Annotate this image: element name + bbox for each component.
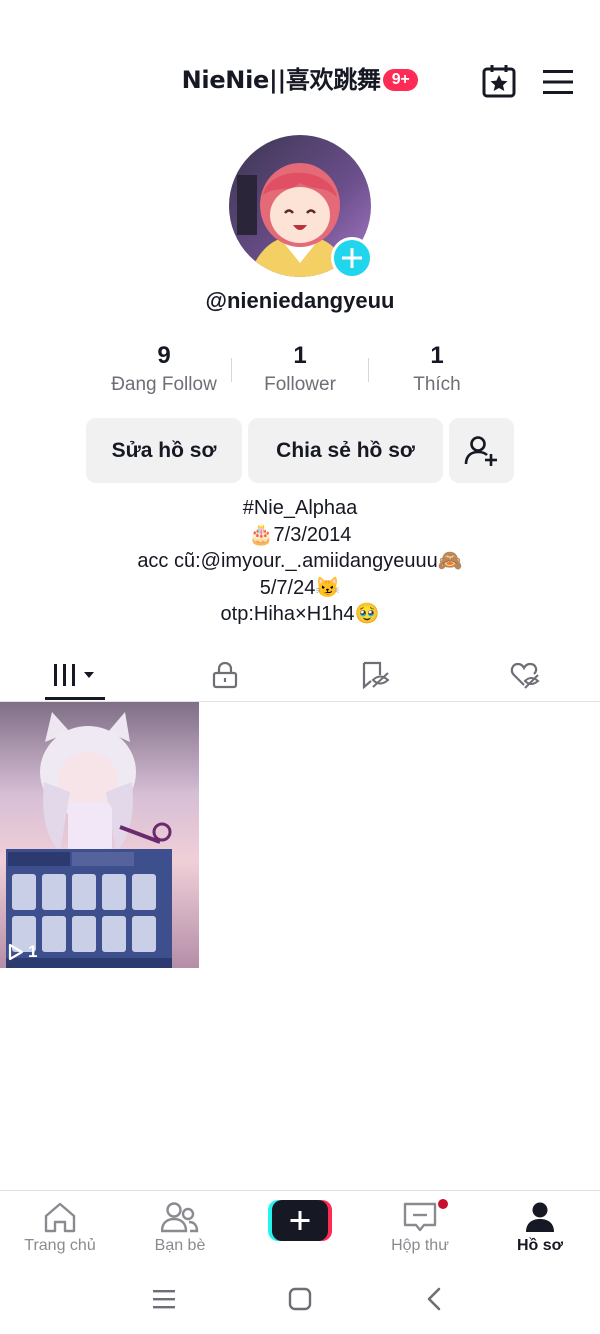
plus-icon bbox=[342, 248, 362, 268]
back-icon[interactable] bbox=[424, 1287, 444, 1311]
tab-reposts[interactable] bbox=[300, 650, 450, 700]
friends-icon bbox=[161, 1202, 199, 1233]
recent-apps-icon[interactable] bbox=[152, 1288, 176, 1310]
menu-icon[interactable] bbox=[543, 70, 573, 94]
profile-icon bbox=[526, 1202, 554, 1232]
tab-videos[interactable] bbox=[0, 650, 150, 700]
inbox-notification-dot bbox=[438, 1199, 448, 1209]
inbox-icon bbox=[403, 1202, 437, 1232]
nav-label: Hồ sơ bbox=[516, 1237, 564, 1254]
add-user-icon bbox=[464, 435, 497, 466]
nav-friends[interactable]: Bạn bè bbox=[120, 1201, 240, 1255]
bio: #Nie_Alphaa 🎂7/3/2014 acc cũ:@imyour._.a… bbox=[0, 495, 600, 628]
bio-line: 🎂7/3/2014 bbox=[248, 523, 352, 546]
lock-icon bbox=[212, 661, 238, 689]
following-label: Đang Follow bbox=[111, 374, 217, 395]
following-stat[interactable]: 9 Đang Follow bbox=[94, 340, 234, 396]
bio-line[interactable]: #Nie_Alphaa bbox=[0, 495, 600, 522]
nav-label: Bạn bè bbox=[154, 1237, 206, 1254]
nav-home[interactable]: Trang chủ bbox=[0, 1201, 120, 1255]
create-button[interactable] bbox=[268, 1200, 332, 1241]
calendar-star-icon[interactable] bbox=[482, 64, 516, 98]
share-profile-button[interactable]: Chia sẻ hồ sơ bbox=[248, 418, 443, 483]
follower-label: Follower bbox=[264, 374, 336, 395]
home-system-icon[interactable] bbox=[288, 1287, 312, 1311]
hidden-bookmark-icon bbox=[362, 661, 390, 689]
follower-stat[interactable]: 1 Follower bbox=[230, 340, 370, 396]
edit-profile-button[interactable]: Sửa hồ sơ bbox=[86, 418, 242, 483]
view-count: 1 bbox=[8, 942, 37, 962]
active-tab-indicator bbox=[45, 697, 105, 700]
username: @nieniedangyeuu bbox=[205, 288, 395, 313]
video-thumbnail[interactable]: 1 bbox=[0, 702, 199, 968]
home-icon bbox=[44, 1202, 76, 1233]
tab-private[interactable] bbox=[150, 650, 300, 700]
bottom-nav: Trang chủ Bạn bè Hộp thư Hồ sơ bbox=[0, 1190, 600, 1269]
likes-count: 1 bbox=[430, 342, 444, 369]
add-avatar-button[interactable] bbox=[331, 237, 373, 279]
tab-liked[interactable] bbox=[450, 650, 600, 700]
nav-label: Hộp thư bbox=[391, 1237, 449, 1254]
bio-line[interactable]: acc cũ:@imyour._.amiidangyeuuu🙈 bbox=[0, 548, 600, 575]
hidden-heart-icon bbox=[510, 662, 540, 689]
nav-profile[interactable]: Hồ sơ bbox=[480, 1201, 600, 1255]
bio-line: 5/7/24😼 bbox=[259, 576, 341, 599]
grid-icon bbox=[54, 664, 94, 686]
view-count-value: 1 bbox=[28, 942, 38, 961]
bio-line: otp:Hiha×H1h4🥹 bbox=[220, 603, 380, 625]
follower-count: 1 bbox=[293, 342, 307, 369]
likes-label: Thích bbox=[413, 374, 461, 395]
nav-inbox[interactable]: Hộp thư bbox=[360, 1201, 480, 1255]
nav-label: Trang chủ bbox=[24, 1237, 96, 1254]
video-preview-image bbox=[0, 702, 199, 968]
likes-stat[interactable]: 1 Thích bbox=[367, 340, 507, 396]
add-friend-button[interactable] bbox=[449, 418, 514, 483]
play-icon bbox=[8, 943, 24, 961]
profile-display-name[interactable]: NieNie||喜欢跳舞 bbox=[182, 66, 381, 94]
notification-badge: 9+ bbox=[382, 69, 419, 91]
following-count: 9 bbox=[157, 342, 171, 369]
system-nav-bar bbox=[0, 1268, 600, 1334]
